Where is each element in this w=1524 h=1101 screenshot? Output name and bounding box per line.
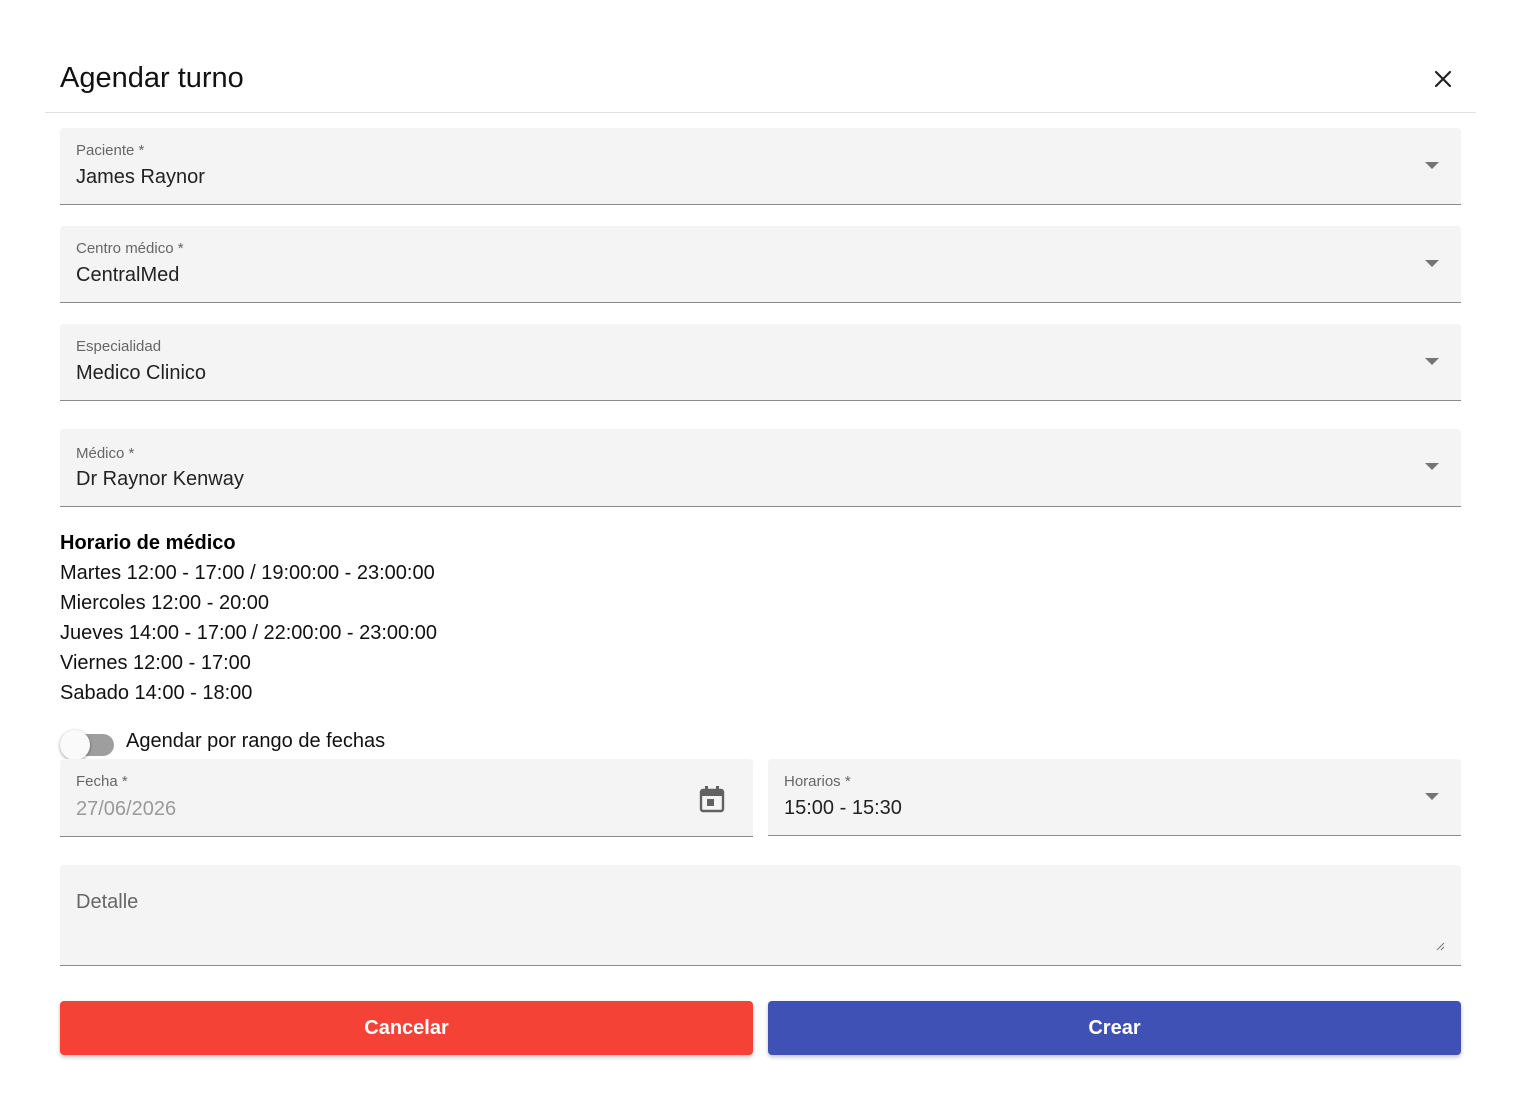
date-value: 27/06/2026 [76,798,177,820]
medical-center-select[interactable]: Centro médico * CentralMed [60,226,1461,303]
cancel-button[interactable]: Cancelar [60,1001,753,1055]
specialty-value: Medico Clinico [76,362,207,384]
patient-value: James Raynor [76,166,205,188]
date-range-toggle[interactable] [60,730,114,760]
patient-select[interactable]: Paciente * James Raynor [60,128,1461,205]
patient-label: Paciente * [76,142,145,159]
chevron-down-icon [1425,260,1439,267]
schedule-line: Martes 12:00 - 17:00 / 19:00:00 - 23:00:… [60,562,435,584]
chevron-down-icon [1425,463,1439,470]
time-slot-select[interactable]: Horarios * 15:00 - 15:30 [768,759,1461,836]
date-range-toggle-row: Agendar por rango de fechas [60,726,385,760]
date-field[interactable]: Fecha * 27/06/2026 [60,759,753,837]
create-button[interactable]: Crear [768,1001,1461,1055]
schedule-appointment-dialog: Agendar turno Paciente * James Raynor Ce… [0,0,1524,1101]
doctor-value: Dr Raynor Kenway [76,468,244,490]
chevron-down-icon [1425,358,1439,365]
date-range-toggle-label[interactable]: Agendar por rango de fechas [126,730,385,753]
schedule-line: Miercoles 12:00 - 20:00 [60,592,270,614]
medical-center-label: Centro médico * [76,240,184,257]
schedule-title: Horario de médico [60,532,236,554]
header-divider [45,112,1476,113]
close-button[interactable] [1426,62,1460,96]
specialty-label: Especialidad [76,338,162,355]
toggle-thumb [60,730,90,760]
doctor-label: Médico * [76,445,135,462]
chevron-down-icon [1425,162,1439,169]
doctor-schedule: Horario de médico Martes 12:00 - 17:00 /… [60,528,437,708]
date-label: Fecha * [76,773,128,790]
calendar-icon[interactable] [699,785,725,813]
medical-center-value: CentralMed [76,264,180,286]
resize-grip-icon[interactable] [1436,942,1445,951]
schedule-line: Jueves 14:00 - 17:00 / 22:00:00 - 23:00:… [60,622,437,644]
schedule-line: Viernes 12:00 - 17:00 [60,652,251,674]
dialog-title: Agendar turno [60,62,244,94]
chevron-down-icon [1425,793,1439,800]
close-icon [1434,70,1452,88]
detail-textarea[interactable]: Detalle [60,865,1461,966]
doctor-select[interactable]: Médico * Dr Raynor Kenway [60,429,1461,507]
time-slot-label: Horarios * [784,773,851,790]
specialty-select[interactable]: Especialidad Medico Clinico [60,324,1461,401]
time-slot-value: 15:00 - 15:30 [784,797,902,819]
schedule-line: Sabado 14:00 - 18:00 [60,682,253,704]
detail-placeholder: Detalle [76,891,139,913]
